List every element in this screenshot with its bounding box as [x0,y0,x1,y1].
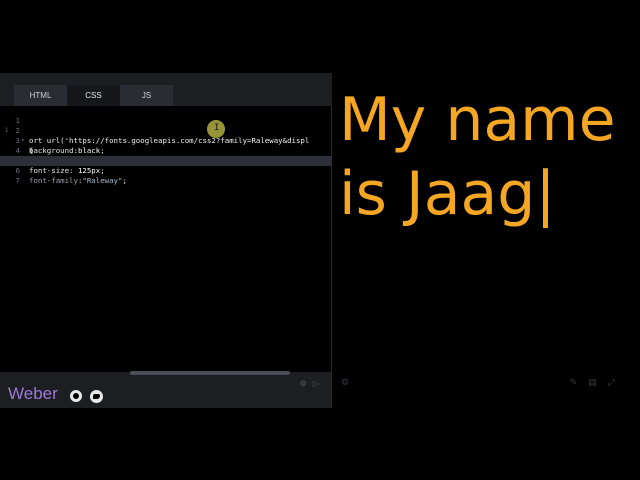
tab-css[interactable]: CSS [67,85,120,106]
settings-icon[interactable]: ⚙ [341,377,349,388]
console-icon[interactable]: ▤ [588,377,608,387]
code-line[interactable]: 1 i ort url('https://fonts.googleapis.co… [0,106,331,145]
expand-icon[interactable]: ⤢ [608,377,626,387]
editor-pane: HTML CSS JS 1 i ort url('https://fonts.g… [0,73,332,408]
css-string: "Raleway" [82,176,123,185]
tab-js[interactable]: JS [120,85,173,106]
text-cursor-icon: I [214,123,220,133]
css-semicolon: ; [122,176,127,185]
code-text: font-family:"Raleway"; [29,176,127,186]
settings-icon[interactable]: ⚙ [300,379,313,388]
edit-icon[interactable]: ✎ [570,377,589,387]
preview-toolbar: ⚙ ✎▤⤢ [333,375,640,395]
code-line[interactable]: 5 font-size: 125px; [0,146,331,175]
preview-pane: My name is Jaag| ⚙ ✎▤⤢ [333,73,640,408]
editor-tools: ⚙▷ [300,379,325,388]
css-property: font-family [29,176,78,185]
horizontal-scrollbar[interactable] [130,371,290,375]
run-icon[interactable]: ▷ [313,379,325,388]
preview-output: My name is Jaag| [339,85,616,229]
playground-app: HTML CSS JS 1 i ort url('https://fonts.g… [0,73,640,408]
code-line[interactable]: 3 background:black; [0,126,331,155]
mouse-cursor-highlight: I [207,120,225,138]
code-line-active[interactable]: 6 font-family:"Raleway"; [0,156,331,185]
footer: Weber [0,379,332,408]
editor-tabs: HTML CSS JS [0,73,332,106]
brand-logo[interactable]: Weber [8,384,58,404]
code-line[interactable]: 7 [0,166,331,185]
twitter-icon[interactable] [90,390,103,403]
code-line[interactable]: 4 color:orange; [0,136,331,165]
code-line[interactable]: 2 ▾ { [0,116,331,155]
code-editor[interactable]: 1 i ort url('https://fonts.googleapis.co… [0,106,331,372]
tab-html[interactable]: HTML [14,85,67,106]
github-icon[interactable] [70,390,82,402]
line-number: 7 [15,176,20,185]
